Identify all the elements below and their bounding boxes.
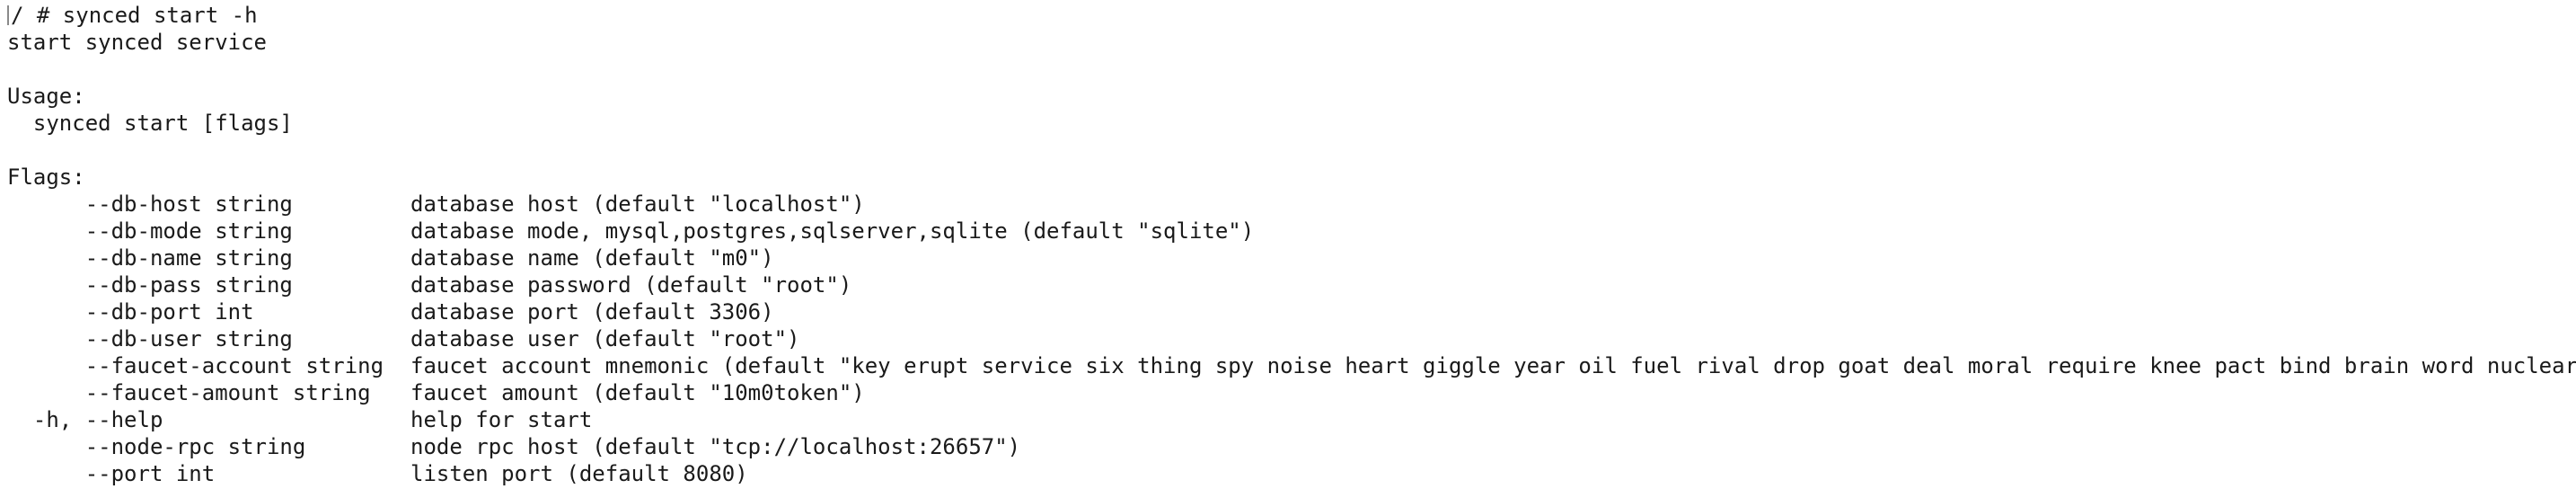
prompt: / # [11, 3, 63, 28]
flag-name: --faucet-account string [7, 353, 384, 378]
flag-name: -h, --help [7, 407, 163, 432]
flag-name: --db-pass string [7, 272, 293, 298]
flag-name: --port int [7, 461, 216, 486]
flag-description: database mode, mysql,postgres,sqlserver,… [410, 218, 1255, 244]
flag-description: database port (default 3306) [410, 299, 774, 325]
flag-description: database password (default "root") [410, 272, 852, 298]
flag-description: faucet amount (default "10m0token") [410, 380, 865, 405]
usage-line: synced start [flags] [7, 111, 293, 136]
terminal-window[interactable]: / # synced start -h start synced service… [0, 0, 2576, 498]
flag-name: --db-user string [7, 326, 293, 351]
flag-name: --faucet-amount string [7, 380, 371, 405]
flag-description: database host (default "localhost") [410, 191, 865, 217]
flag-row-db-port: --db-port int database port (default 330… [7, 298, 774, 325]
flag-name: --db-mode string [7, 218, 293, 244]
flag-row-faucet-amount: --faucet-amount string faucet amount (de… [7, 379, 865, 406]
flag-row-db-name: --db-name string database name (default … [7, 245, 774, 271]
command-description: start synced service [7, 30, 267, 55]
flags-header: Flags: [7, 165, 85, 190]
usage-header: Usage: [7, 84, 85, 109]
flag-name: --db-port int [7, 299, 254, 325]
flag-row-help: -h, --help help for start [7, 406, 592, 433]
flag-row-db-mode: --db-mode string database mode, mysql,po… [7, 218, 1255, 245]
flag-name: --node-rpc string [7, 434, 306, 459]
flag-row-port: --port int listen port (default 8080) [7, 460, 748, 487]
flag-description: help for start [410, 407, 593, 432]
flag-row-db-user: --db-user string database user (default … [7, 325, 800, 352]
terminal-output: / # synced start -h start synced service… [7, 2, 2576, 487]
flag-description: listen port (default 8080) [410, 461, 748, 486]
flag-row-node-rpc: --node-rpc string node rpc host (default… [7, 433, 1020, 460]
command-text: synced start -h [62, 3, 258, 28]
flag-description: database name (default "m0") [410, 245, 774, 271]
prompt-line: / # synced start -h [7, 2, 293, 29]
flag-description: database user (default "root") [410, 326, 800, 351]
cursor-marker [7, 5, 9, 25]
flag-name: --db-host string [7, 191, 293, 217]
flag-row-db-pass: --db-pass string database password (defa… [7, 271, 852, 298]
flag-name: --db-name string [7, 245, 293, 271]
flag-description: faucet account mnemonic (default "key er… [410, 353, 2576, 378]
flag-description: node rpc host (default "tcp://localhost:… [410, 434, 1021, 459]
flag-row-db-host: --db-host string database host (default … [7, 191, 865, 218]
flag-row-faucet-account: --faucet-account string faucet account m… [7, 352, 2576, 379]
